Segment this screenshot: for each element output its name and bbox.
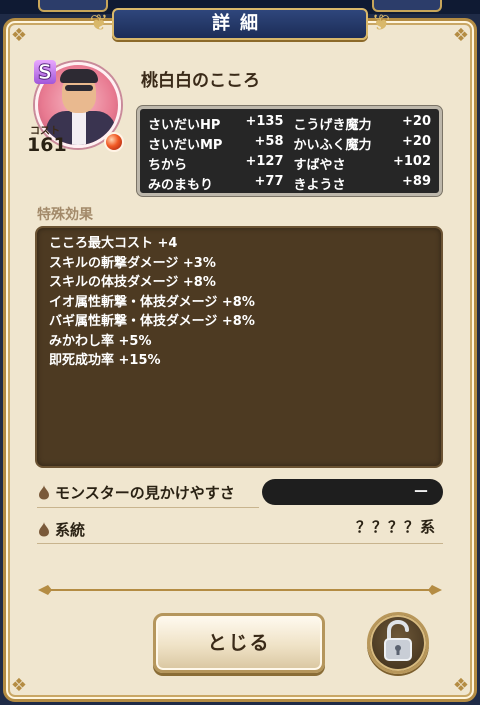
ornamental-divider (38, 585, 442, 595)
stat-value: +77 (254, 173, 284, 189)
corner-ornament-icon: ❖ (10, 25, 28, 46)
unlock-icon (384, 619, 412, 661)
page-title: 詳細 (112, 8, 368, 40)
corner-ornament-icon: ❖ (452, 25, 470, 46)
stat-label: みのまもり (148, 177, 214, 193)
corner-ornament-icon: ❖ (452, 675, 470, 696)
appearance-value: － (262, 479, 443, 505)
stat-label: すばやさ (293, 157, 346, 173)
corner-ornament-icon: ❖ (10, 675, 28, 696)
cost-value: 161 (27, 134, 67, 156)
monster-name: 桃白白のこころ (141, 71, 260, 91)
list-item: みかわし率 +5% (49, 333, 152, 349)
special-effects-label: 特殊効果 (37, 207, 93, 223)
color-orb-icon (104, 132, 124, 152)
header-ornament-right-icon: ❦ (371, 11, 391, 36)
droplet-icon (39, 485, 49, 500)
list-item: こころ最大コスト +4 (49, 236, 178, 251)
stats-table: さいだいHP +135 こうげき魔力 +20 さいだいMP +58 かいふく魔力 +20… (137, 106, 442, 196)
stat-label: さいだいHP (148, 117, 221, 133)
droplet-icon (39, 522, 49, 537)
lineage-label: 系統 (55, 520, 86, 539)
stat-value: +20 (402, 133, 431, 149)
header-ornament-left-icon: ❦ (89, 11, 109, 36)
stat-value: +58 (254, 133, 284, 149)
stat-value: +102 (392, 153, 431, 169)
stat-row: さいだいHP +135 こうげき魔力 +20 (148, 113, 431, 133)
list-item: バギ属性斬撃・体技ダメージ +8% (49, 314, 255, 329)
stat-label: こうげき魔力 (293, 117, 372, 133)
stat-label: かいふく魔力 (293, 137, 372, 153)
list-item: スキルの体技ダメージ +8% (49, 275, 216, 290)
list-item: スキルの斬撃ダメージ +3% (49, 255, 216, 271)
lineage-value: ？？？？系 (355, 518, 436, 536)
divider (37, 507, 259, 508)
stat-value: +20 (402, 113, 431, 129)
stat-label: ちから (148, 157, 188, 173)
appearance-label: モンスターの見かけやすさ (55, 483, 235, 502)
stat-value: +127 (245, 153, 284, 169)
stat-value: +89 (402, 173, 431, 189)
divider (37, 543, 443, 544)
stat-row: さいだいMP +58 かいふく魔力 +20 (148, 133, 431, 153)
list-item: 即死成功率 +15% (49, 353, 161, 368)
stat-row: みのまもり +77 きようさ +89 (148, 173, 431, 193)
special-effects-list[interactable]: こころ最大コスト +4 スキルの斬撃ダメージ +3% スキルの体技ダメージ +8… (35, 226, 443, 468)
stat-label: さいだいMP (148, 137, 223, 153)
stat-row: ちから +127 すばやさ +102 (148, 153, 431, 173)
lock-toggle-button[interactable] (367, 612, 429, 674)
close-button[interactable]: とじる (153, 613, 325, 673)
rank-badge: S (34, 60, 56, 85)
stat-value: +135 (245, 113, 284, 129)
list-item: イオ属性斬撃・体技ダメージ +8% (49, 294, 255, 310)
stat-label: きようさ (293, 177, 346, 193)
